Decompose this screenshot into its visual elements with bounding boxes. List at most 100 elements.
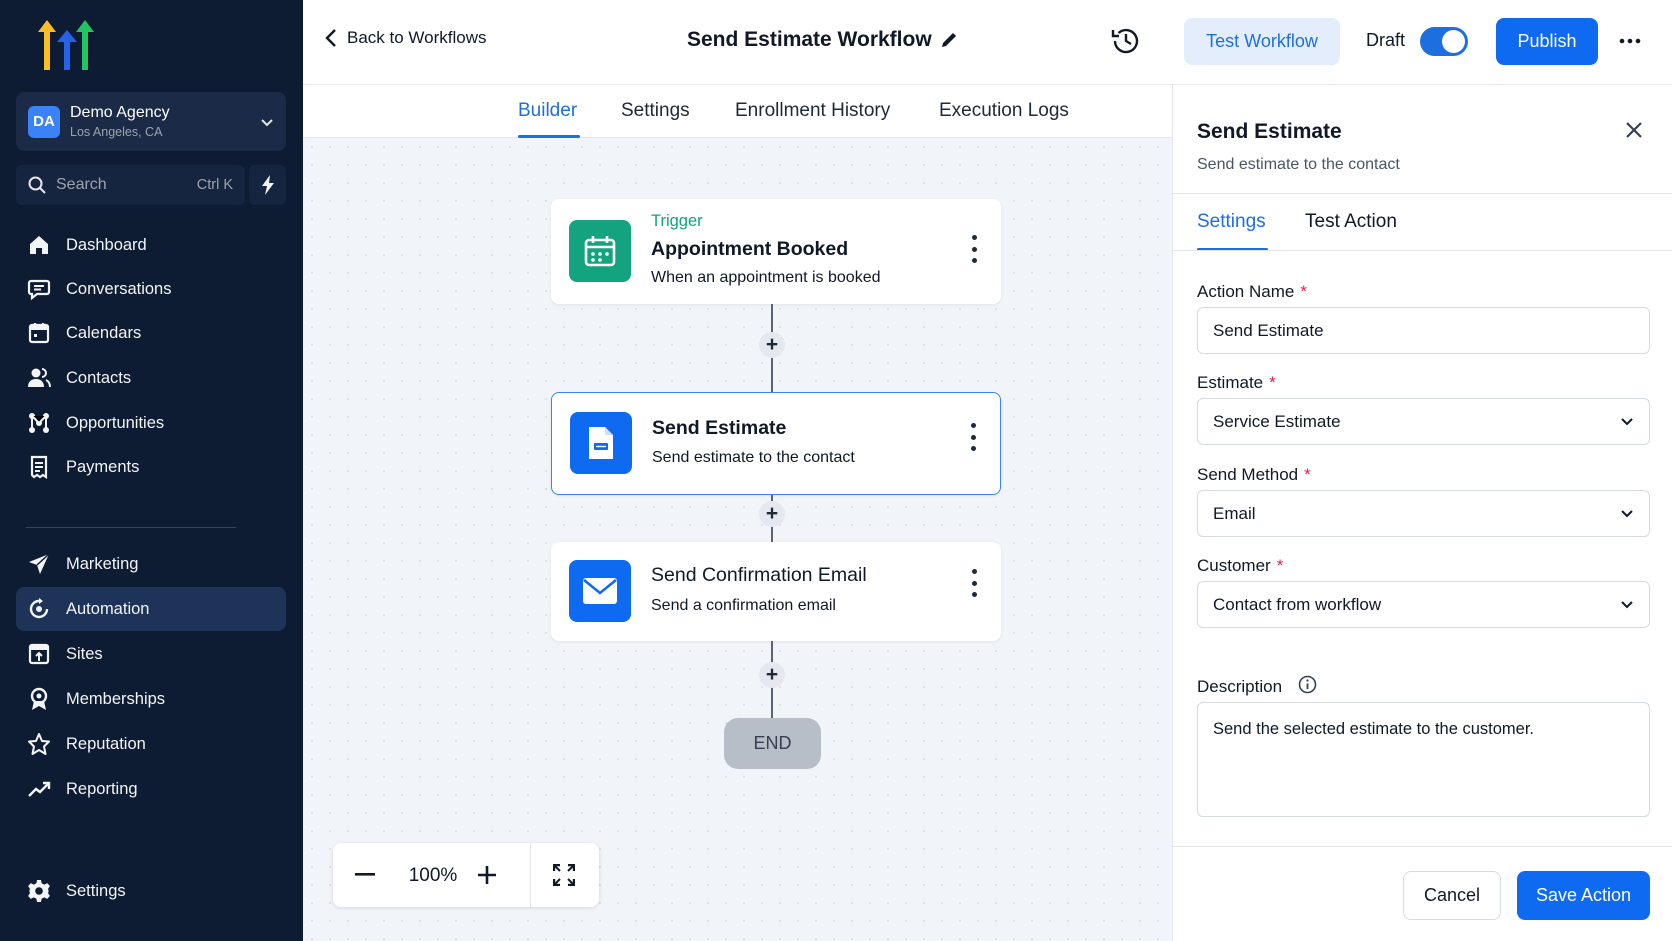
- sidebar-item-memberships[interactable]: Memberships: [16, 677, 286, 721]
- sidebar-item-automation[interactable]: Automation: [16, 587, 286, 631]
- account-location: Los Angeles, CA: [70, 125, 163, 139]
- zoom-separator: [530, 843, 531, 907]
- status-label: Draft: [1366, 30, 1406, 50]
- trigger-tag: Trigger: [651, 212, 703, 230]
- action-name-label: Action Name *: [1197, 282, 1307, 301]
- history-icon[interactable]: [1109, 24, 1143, 58]
- sidebar-item-label: Payments: [66, 457, 140, 476]
- node-subtitle: When an appointment is booked: [651, 269, 881, 286]
- sidebar-item-label: Sites: [66, 644, 103, 663]
- sidebar-item-label: Dashboard: [66, 235, 147, 254]
- save-action-button[interactable]: Save Action: [1517, 871, 1650, 920]
- publish-button[interactable]: Publish: [1496, 18, 1598, 65]
- sidebar-item-contacts[interactable]: Contacts: [16, 356, 286, 400]
- sidebar-item-payments[interactable]: Payments: [16, 445, 286, 489]
- sidebar-item-settings[interactable]: Settings: [16, 869, 286, 913]
- workflow-canvas[interactable]: Trigger Appointment Booked When an appoi…: [303, 138, 1172, 941]
- search-input[interactable]: [56, 176, 176, 194]
- add-step-button[interactable]: +: [759, 662, 785, 688]
- panel-title: Send Estimate: [1197, 120, 1342, 143]
- tab-enrollment-history[interactable]: Enrollment History: [735, 100, 890, 122]
- end-node: END: [724, 718, 821, 769]
- sidebar-item-label: Calendars: [66, 323, 142, 342]
- chevron-down-icon: [1621, 417, 1633, 425]
- node-subtitle: Send estimate to the contact: [652, 449, 855, 466]
- zoom-level: 100%: [408, 865, 458, 886]
- info-icon[interactable]: [1298, 675, 1317, 694]
- test-workflow-button[interactable]: Test Workflow: [1184, 18, 1340, 65]
- send-estimate-node[interactable]: Send Estimate Send estimate to the conta…: [551, 392, 1001, 495]
- sidebar-item-label: Memberships: [66, 689, 166, 708]
- node-title: Send Estimate: [652, 417, 787, 439]
- pencil-icon[interactable]: [939, 30, 959, 50]
- tab-builder[interactable]: Builder: [518, 100, 577, 122]
- action-name-input[interactable]: [1213, 320, 1634, 341]
- tab-execution-logs[interactable]: Execution Logs: [939, 100, 1069, 122]
- sidebar-item-calendars[interactable]: Calendars: [16, 311, 286, 355]
- search-box[interactable]: Ctrl K: [16, 165, 245, 205]
- panel-divider: [1173, 250, 1672, 251]
- send-method-select[interactable]: Email: [1197, 490, 1650, 537]
- search-shortcut: Ctrl K: [196, 177, 233, 193]
- panel-tab-test-action[interactable]: Test Action: [1305, 211, 1397, 233]
- node-title: Appointment Booked: [651, 238, 849, 260]
- send-icon: [26, 551, 52, 577]
- sites-icon: [26, 641, 52, 667]
- panel-tab-settings[interactable]: Settings: [1197, 211, 1266, 233]
- memberships-icon: [26, 686, 52, 712]
- plus-icon: [478, 866, 496, 884]
- sidebar-item-label: Automation: [66, 599, 150, 618]
- send-confirmation-email-node[interactable]: Send Confirmation Email Send a confirmat…: [551, 542, 1001, 641]
- chevron-down-icon: [261, 118, 273, 126]
- draft-toggle[interactable]: [1420, 27, 1468, 56]
- cancel-button[interactable]: Cancel: [1403, 871, 1501, 920]
- send-method-label: Send Method *: [1197, 465, 1311, 484]
- sidebar-item-reputation[interactable]: Reputation: [16, 722, 286, 766]
- panel-divider: [1173, 846, 1672, 847]
- chat-icon: [26, 276, 52, 302]
- account-switcher[interactable]: DA Demo Agency Los Angeles, CA: [16, 92, 286, 151]
- customer-select[interactable]: Contact from workflow: [1197, 581, 1650, 628]
- node-menu-icon[interactable]: [969, 569, 979, 597]
- contacts-icon: [26, 365, 52, 391]
- node-menu-icon[interactable]: [968, 423, 978, 451]
- app-logo-icon[interactable]: [36, 18, 98, 72]
- back-to-workflows-link[interactable]: Back to Workflows: [325, 28, 487, 48]
- sidebar-item-sites[interactable]: Sites: [16, 632, 286, 676]
- quick-actions-button[interactable]: [249, 165, 286, 205]
- panel-divider: [1173, 193, 1672, 194]
- zoom-out-button[interactable]: [345, 843, 385, 907]
- estimate-select[interactable]: Service Estimate: [1197, 398, 1650, 445]
- add-step-button[interactable]: +: [759, 501, 785, 527]
- tab-settings[interactable]: Settings: [621, 100, 690, 122]
- toggle-knob: [1442, 30, 1465, 53]
- close-icon[interactable]: [1625, 121, 1643, 139]
- zoom-in-button[interactable]: [467, 843, 507, 907]
- payments-icon: [26, 454, 52, 480]
- sidebar-item-marketing[interactable]: Marketing: [16, 542, 286, 586]
- automation-icon: [26, 596, 52, 622]
- node-title: Send Confirmation Email: [651, 564, 867, 586]
- chart-line-icon: [26, 776, 52, 802]
- action-name-field[interactable]: [1197, 307, 1650, 354]
- envelope-icon: [569, 560, 631, 622]
- add-step-button[interactable]: +: [759, 332, 785, 358]
- node-menu-icon[interactable]: [969, 235, 979, 263]
- more-options-icon[interactable]: [1619, 30, 1641, 52]
- description-textarea[interactable]: Send the selected estimate to the custom…: [1197, 702, 1650, 817]
- sidebar-item-dashboard[interactable]: Dashboard: [16, 223, 286, 267]
- sidebar-item-conversations[interactable]: Conversations: [16, 267, 286, 311]
- home-icon: [26, 232, 52, 258]
- trigger-node[interactable]: Trigger Appointment Booked When an appoi…: [551, 199, 1001, 304]
- estimate-value: Service Estimate: [1213, 411, 1341, 431]
- star-icon: [26, 731, 52, 757]
- zoom-controls: 100%: [333, 843, 599, 907]
- sidebar-divider: [26, 527, 236, 528]
- sidebar-item-opportunities[interactable]: Opportunities: [16, 401, 286, 445]
- sidebar: DA Demo Agency Los Angeles, CA Ctrl K Da…: [0, 0, 303, 941]
- sidebar-item-label: Settings: [66, 881, 126, 900]
- action-settings-panel: Send Estimate Send estimate to the conta…: [1172, 85, 1672, 941]
- fit-screen-button[interactable]: [540, 843, 588, 907]
- back-label: Back to Workflows: [347, 28, 487, 47]
- sidebar-item-reporting[interactable]: Reporting: [16, 767, 286, 811]
